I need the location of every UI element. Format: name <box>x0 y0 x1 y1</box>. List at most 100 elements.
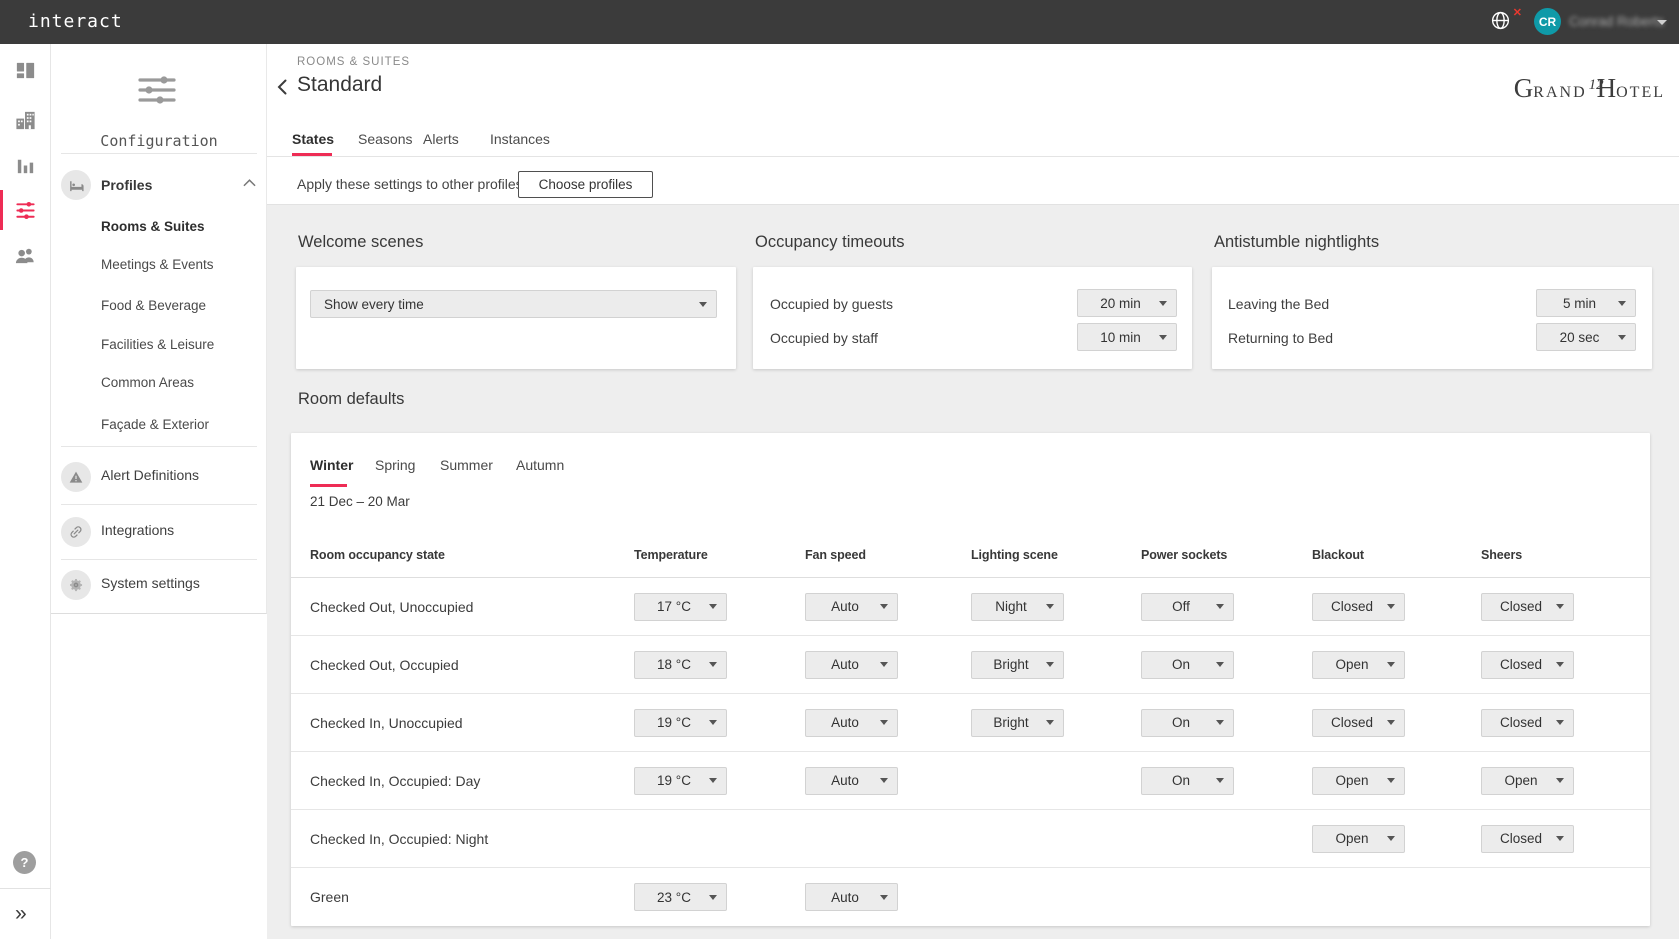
expand-sidebar-icon[interactable]: » <box>15 902 27 926</box>
language-globe-button[interactable]: ✕ <box>1490 10 1520 36</box>
returning-bed-label: Returning to Bed <box>1228 330 1333 346</box>
chevron-down-icon <box>1556 778 1564 783</box>
table-row: Checked Out, Unoccupied 17 °C Auto Night… <box>291 578 1650 636</box>
avatar[interactable]: CR <box>1534 8 1561 35</box>
temperature-select[interactable]: 19 °C <box>634 767 727 795</box>
season-tab-spring[interactable]: Spring <box>375 457 415 473</box>
nightlights-title: Antistumble nightlights <box>1214 233 1379 252</box>
sidebar-item-alert-definitions[interactable]: Alert Definitions <box>101 467 199 483</box>
fan-speed-select[interactable]: Auto <box>805 883 898 911</box>
sidebar-item-facilities-leisure[interactable]: Facilities & Leisure <box>101 337 214 352</box>
chevron-down-icon <box>1046 720 1054 725</box>
welcome-scene-value: Show every time <box>311 297 699 312</box>
table-row: Checked Out, Occupied 18 °C Auto Bright … <box>291 636 1650 694</box>
col-sheers: Sheers <box>1481 548 1650 562</box>
nightlights-card: Leaving the Bed 5 min Returning to Bed 2… <box>1212 267 1652 369</box>
tab-alerts[interactable]: Alerts <box>423 131 459 147</box>
sidebar-item-profiles[interactable]: Profiles <box>101 177 152 193</box>
blackout-select[interactable]: Open <box>1312 825 1405 853</box>
user-menu-chevron-down-icon[interactable] <box>1657 20 1667 25</box>
menu-divider <box>61 504 257 505</box>
blackout-select[interactable]: Open <box>1312 767 1405 795</box>
welcome-scene-select[interactable]: Show every time <box>310 290 717 318</box>
warning-triangle-icon <box>61 462 91 492</box>
fan-speed-select[interactable]: Auto <box>805 651 898 679</box>
blackout-select[interactable]: Closed <box>1312 709 1405 737</box>
tab-seasons[interactable]: Seasons <box>358 131 412 147</box>
menu-divider <box>61 559 257 560</box>
power-sockets-select[interactable]: Off <box>1141 593 1234 621</box>
temperature-select[interactable]: 19 °C <box>634 709 727 737</box>
blackout-select[interactable]: Open <box>1312 651 1405 679</box>
chevron-down-icon <box>1216 720 1224 725</box>
row-state-label: Green <box>291 889 634 905</box>
help-icon[interactable]: ? <box>13 851 36 874</box>
blackout-select[interactable]: Closed <box>1312 593 1405 621</box>
welcome-scenes-card: Show every time <box>296 267 736 369</box>
chevron-down-icon <box>1216 662 1224 667</box>
chevron-down-icon <box>709 720 717 725</box>
col-blackout: Blackout <box>1312 548 1481 562</box>
season-tab-autumn[interactable]: Autumn <box>516 457 564 473</box>
occupied-staff-select[interactable]: 10 min <box>1077 323 1177 351</box>
chevron-down-icon <box>1387 720 1395 725</box>
back-chevron-icon[interactable] <box>273 77 293 97</box>
sidebar-item-common-areas[interactable]: Common Areas <box>101 375 194 390</box>
sidebar-item-integrations[interactable]: Integrations <box>101 522 174 538</box>
chevron-down-icon <box>1556 836 1564 841</box>
sheers-select[interactable]: Open <box>1481 767 1574 795</box>
chevron-down-icon <box>1387 836 1395 841</box>
globe-icon <box>1490 10 1511 31</box>
chevron-down-icon <box>1618 335 1626 340</box>
lighting-scene-select[interactable]: Bright <box>971 651 1064 679</box>
chevron-down-icon <box>880 604 888 609</box>
sidebar-item-system-settings[interactable]: System settings <box>101 575 200 591</box>
link-icon <box>61 517 91 547</box>
main-content: ROOMS & SUITES Standard GRAND12HOTEL Sta… <box>267 44 1679 939</box>
chevron-down-icon <box>1046 662 1054 667</box>
temperature-select[interactable]: 23 °C <box>634 883 727 911</box>
sidebar-item-facade-exterior[interactable]: Façade & Exterior <box>101 417 209 432</box>
sidebar-item-food-beverage[interactable]: Food & Beverage <box>101 298 206 313</box>
buildings-icon[interactable] <box>14 109 37 132</box>
leaving-bed-select[interactable]: 5 min <box>1536 289 1636 317</box>
power-sockets-select[interactable]: On <box>1141 767 1234 795</box>
reports-chart-icon[interactable] <box>14 154 37 177</box>
returning-bed-select[interactable]: 20 sec <box>1536 323 1636 351</box>
season-tab-summer[interactable]: Summer <box>440 457 493 473</box>
season-tab-winter[interactable]: Winter <box>310 457 353 473</box>
active-season-indicator <box>310 484 347 487</box>
temperature-select[interactable]: 18 °C <box>634 651 727 679</box>
sheers-select[interactable]: Closed <box>1481 825 1574 853</box>
power-sockets-select[interactable]: On <box>1141 651 1234 679</box>
table-row: Checked In, Occupied: Night Open Closed <box>291 810 1650 868</box>
row-state-label: Checked Out, Occupied <box>291 657 634 673</box>
lighting-scene-select[interactable]: Bright <box>971 709 1064 737</box>
chevron-up-icon[interactable] <box>243 178 256 187</box>
choose-profiles-button[interactable]: Choose profiles <box>518 171 653 198</box>
sidebar-item-meetings-events[interactable]: Meetings & Events <box>101 257 214 272</box>
power-sockets-select[interactable]: On <box>1141 709 1234 737</box>
occupancy-timeouts-title: Occupancy timeouts <box>755 233 904 252</box>
sidebar-item-rooms-suites[interactable]: Rooms & Suites <box>101 219 205 234</box>
chevron-down-icon <box>1556 604 1564 609</box>
tab-instances[interactable]: Instances <box>490 131 550 147</box>
users-icon[interactable] <box>14 244 37 267</box>
dashboard-icon[interactable] <box>14 59 37 82</box>
fan-speed-select[interactable]: Auto <box>805 593 898 621</box>
fan-speed-select[interactable]: Auto <box>805 709 898 737</box>
chevron-down-icon <box>880 662 888 667</box>
configuration-sliders-icon[interactable] <box>14 199 37 222</box>
occupied-guests-label: Occupied by guests <box>770 296 893 312</box>
menu-divider <box>61 153 257 154</box>
fan-speed-select[interactable]: Auto <box>805 767 898 795</box>
sheers-select[interactable]: Closed <box>1481 651 1574 679</box>
tab-states[interactable]: States <box>292 131 334 147</box>
sheers-select[interactable]: Closed <box>1481 593 1574 621</box>
bed-icon <box>61 170 91 200</box>
lighting-scene-select[interactable]: Night <box>971 593 1064 621</box>
chevron-down-icon <box>709 662 717 667</box>
sheers-select[interactable]: Closed <box>1481 709 1574 737</box>
occupied-guests-select[interactable]: 20 min <box>1077 289 1177 317</box>
temperature-select[interactable]: 17 °C <box>634 593 727 621</box>
